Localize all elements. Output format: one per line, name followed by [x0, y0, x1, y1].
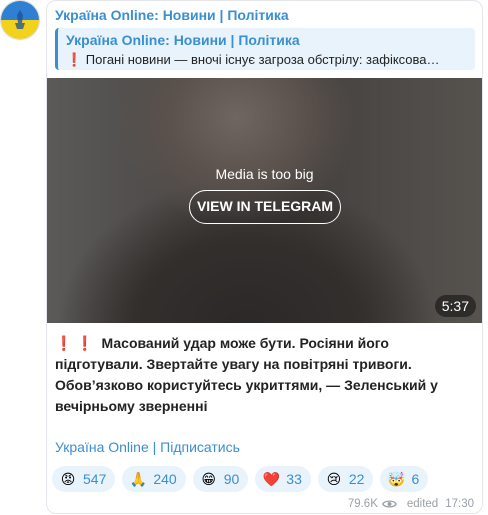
reply-text: ❗ Погані новини — вночі існує загроза об…: [66, 52, 440, 67]
message-text: ❗ ❗ Масований удар може бути. Росіяни йо…: [55, 333, 473, 417]
edited-label: edited: [406, 498, 439, 510]
reaction-count: 90: [223, 471, 240, 487]
video-preview[interactable]: Media is too big VIEW IN TELEGRAM 5:37: [47, 78, 482, 323]
reaction-angry[interactable]: 😡 547: [52, 466, 116, 492]
media-too-big-label: Media is too big: [215, 166, 314, 182]
reaction-count: 22: [348, 471, 365, 487]
exploding-head-icon: 🤯: [387, 470, 406, 487]
channel-name[interactable]: Україна Online: Новини | Політика: [55, 7, 289, 23]
reply-preview[interactable]: Україна Online: Новини | Політика ❗ Пога…: [55, 28, 475, 70]
red-heart-icon: ❤️: [262, 470, 281, 487]
message-bubble: Україна Online: Новини | Політика Україн…: [46, 0, 483, 514]
reaction-grin[interactable]: 😁 90: [192, 466, 249, 492]
channel-avatar[interactable]: [0, 0, 40, 40]
folded-hands-icon: 🙏: [129, 470, 148, 487]
video-duration: 5:37: [434, 295, 476, 317]
view-count: 79.6K: [347, 498, 378, 510]
message-time: 17:30: [445, 498, 474, 510]
reaction-count: 547: [83, 471, 107, 487]
ukraine-flag-logo-icon: [1, 1, 39, 39]
reply-title: Україна Online: Новини | Політика: [66, 32, 300, 48]
view-in-telegram-button[interactable]: VIEW IN TELEGRAM: [189, 190, 341, 224]
crying-face-icon: 😢: [326, 470, 342, 487]
reaction-cry[interactable]: 😢 22: [317, 466, 374, 492]
grinning-face-icon: 😁: [201, 470, 217, 487]
reactions-bar: 😡 547 🙏 240 😁 90 ❤️ 33 😢 22 🤯 6: [52, 466, 429, 492]
reaction-count: 6: [411, 471, 420, 487]
reaction-count: 33: [286, 471, 302, 487]
message-meta: 79.6K edited 17:30: [348, 498, 474, 510]
reaction-pray[interactable]: 🙏 240: [122, 466, 186, 492]
angry-face-icon: 😡: [60, 470, 76, 487]
reaction-exploding[interactable]: 🤯 6: [380, 466, 429, 492]
reaction-heart[interactable]: ❤️ 33: [255, 466, 311, 492]
subscribe-link[interactable]: Україна Online | Підписатись: [55, 439, 240, 455]
exclamation-icon: ❗ ❗: [55, 335, 94, 351]
eye-icon: [381, 500, 397, 508]
reaction-count: 240: [153, 471, 177, 487]
message-body: Масований удар може бути. Росіяни його п…: [55, 335, 438, 414]
